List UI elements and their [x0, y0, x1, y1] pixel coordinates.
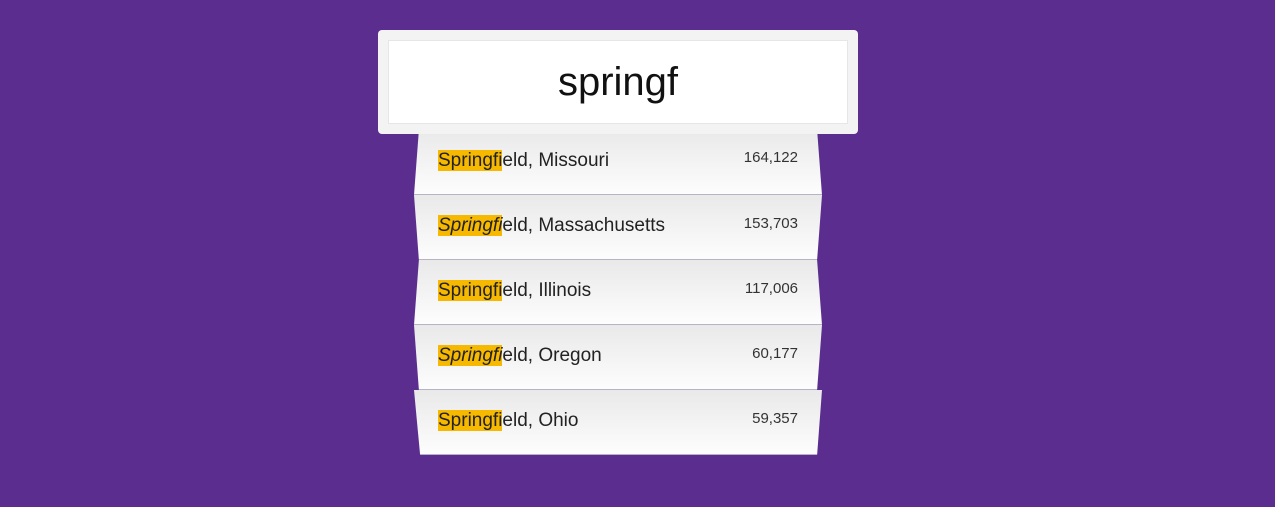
population-count: 153,703 — [743, 215, 798, 232]
city-name: Springfield, Massachusetts — [438, 215, 665, 237]
population-count: 60,177 — [752, 345, 798, 362]
search-box — [378, 30, 858, 134]
city-name-rest: eld, Massachusetts — [502, 215, 666, 236]
match-highlight: Springfi — [438, 215, 503, 236]
result-item-springfield-massachusetts[interactable]: Springfield, Massachusetts 153,703 — [414, 195, 822, 260]
result-item-springfield-missouri[interactable]: Springfield, Missouri 164,122 — [414, 130, 822, 195]
result-item-springfield-ohio[interactable]: Springfield, Ohio 59,357 — [414, 390, 822, 455]
match-highlight: Springfi — [438, 410, 503, 431]
city-name: Springfield, Ohio — [438, 410, 578, 432]
city-name-rest: eld, Missouri — [502, 150, 610, 171]
city-name-rest: eld, Oregon — [502, 345, 602, 366]
population-count: 59,357 — [752, 410, 798, 427]
population-count: 117,006 — [744, 280, 798, 297]
city-name: Springfield, Missouri — [438, 150, 609, 172]
result-item-springfield-oregon[interactable]: Springfield, Oregon 60,177 — [414, 325, 822, 390]
result-item-springfield-illinois[interactable]: Springfield, Illinois 117,006 — [414, 260, 822, 325]
match-highlight: Springfi — [438, 150, 503, 171]
city-name: Springfield, Oregon — [438, 345, 602, 367]
match-highlight: Springfi — [438, 280, 503, 301]
results-list: Springfield, Missouri 164,122 Springfiel… — [414, 130, 822, 455]
search-input[interactable] — [388, 40, 848, 124]
city-name: Springfield, Illinois — [438, 280, 591, 302]
match-highlight: Springfi — [438, 345, 503, 366]
city-name-rest: eld, Illinois — [502, 280, 592, 301]
population-count: 164,122 — [743, 149, 798, 166]
city-name-rest: eld, Ohio — [502, 410, 579, 431]
